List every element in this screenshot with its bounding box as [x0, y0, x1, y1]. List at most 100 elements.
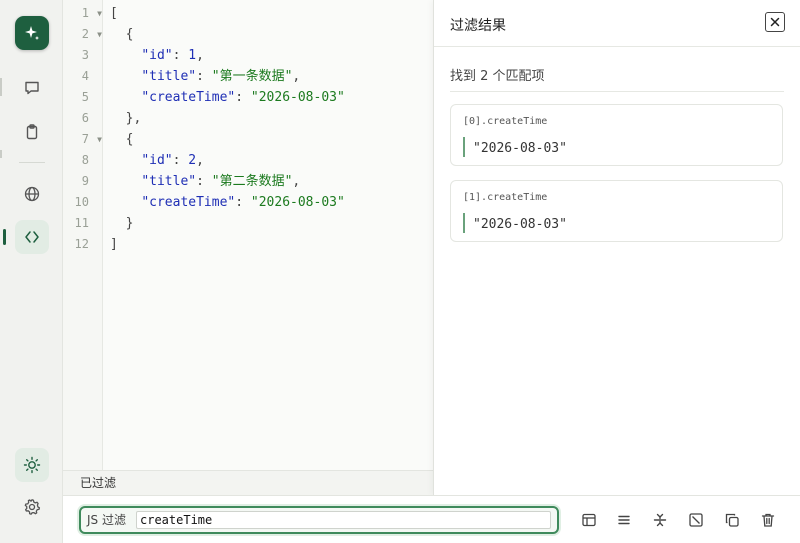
sidebar-item-globe[interactable]: [15, 177, 49, 211]
sidebar-divider: [19, 162, 45, 163]
result-card[interactable]: [0].createTime "2026-08-03": [450, 104, 783, 166]
code-token: ,: [196, 153, 204, 168]
line-number: 8: [63, 150, 103, 171]
divider: [450, 91, 784, 92]
settings-button[interactable]: [15, 490, 49, 524]
line-number: 6: [63, 108, 103, 129]
status-text: 已过滤: [80, 476, 117, 490]
js-filter-box: JS 过滤: [79, 506, 559, 534]
fold-toggle-icon[interactable]: ▼: [97, 129, 102, 150]
code-token: "2026-08-03": [250, 195, 345, 210]
delete-button[interactable]: [758, 510, 778, 530]
sparkle-icon: [23, 24, 41, 42]
filter-input[interactable]: [136, 511, 551, 529]
copy-icon: [724, 512, 740, 528]
copy-button[interactable]: [722, 510, 742, 530]
app-logo[interactable]: [15, 16, 49, 50]
json-editor[interactable]: 1 ▼ 2 ▼ 3 4 5 6 7 ▼ 8 9 10 11 12 [ { "id": 1, "title":…: [63, 0, 433, 470]
code-line: [: [110, 3, 118, 24]
code-token: [: [110, 6, 118, 21]
result-card[interactable]: [1].createTime "2026-08-03": [450, 180, 783, 242]
code-token: "第二条数据": [211, 174, 293, 189]
line-number: 3: [63, 45, 103, 66]
format-button[interactable]: [614, 510, 634, 530]
sidebar-item-chat[interactable]: [15, 71, 49, 105]
line-number: 9: [63, 171, 103, 192]
match-count: 找到 2 个匹配项: [450, 69, 545, 84]
line-number-text: 11: [74, 216, 89, 230]
result-path: [1].createTime: [463, 192, 548, 203]
sidebar-item-clipboard[interactable]: [15, 115, 49, 149]
code-line: },: [110, 108, 142, 129]
line-number: 11: [63, 213, 103, 234]
line-number: 4: [63, 66, 103, 87]
gear-icon: [23, 498, 41, 516]
layout-icon: [581, 512, 597, 528]
line-number-text: 1: [81, 6, 89, 20]
sun-icon: [23, 456, 41, 474]
line-number: 1 ▼: [63, 3, 103, 24]
code-line: "id": 2,: [110, 150, 204, 171]
edge-mark: [0, 78, 2, 96]
code-line: "createTime": "2026-08-03": [110, 87, 345, 108]
code-token: "createTime": [141, 195, 236, 210]
line-number-text: 7: [81, 132, 89, 146]
code-line: ]: [110, 234, 118, 255]
globe-icon: [23, 185, 41, 203]
fold-toggle-icon[interactable]: ▼: [97, 24, 102, 45]
code-line: "title": "第二条数据",: [110, 171, 300, 192]
code-token: :: [196, 174, 212, 189]
line-number-text: 2: [81, 27, 89, 41]
line-number: 7 ▼: [63, 129, 103, 150]
code-token: }: [110, 216, 134, 231]
code-token: "createTime": [141, 90, 236, 105]
sidebar: [0, 0, 63, 543]
line-number-text: 12: [74, 237, 89, 251]
panel-header: 过滤结果: [434, 0, 800, 47]
code-token: ,: [196, 48, 204, 63]
filter-label: JS 过滤: [87, 513, 126, 527]
code-line: "id": 1,: [110, 45, 204, 66]
code-token: {: [110, 132, 134, 147]
clipboard-icon: [23, 123, 41, 141]
fold-toggle-icon[interactable]: ▼: [97, 3, 102, 24]
code-token: ,: [292, 174, 301, 189]
line-number: 10: [63, 192, 103, 213]
code-token: 2: [188, 153, 197, 168]
code-token: "第一条数据": [211, 69, 293, 84]
code-token: },: [110, 111, 142, 126]
slash-box-icon: [688, 512, 704, 528]
active-indicator: [3, 229, 6, 245]
escape-button[interactable]: [686, 510, 706, 530]
code-token: :: [172, 153, 189, 168]
line-number: 5: [63, 87, 103, 108]
code-line: "createTime": "2026-08-03": [110, 192, 345, 213]
line-number-text: 8: [81, 153, 89, 167]
code-token: :: [196, 69, 212, 84]
strikethrough-icon: [652, 512, 668, 528]
sidebar-item-code[interactable]: [15, 220, 49, 254]
theme-toggle-button[interactable]: [15, 448, 49, 482]
code-token: :: [172, 48, 189, 63]
code-token: 1: [188, 48, 197, 63]
close-icon: [770, 17, 780, 27]
chat-bubble-icon: [23, 79, 41, 97]
panel-title: 过滤结果: [450, 18, 506, 34]
code-token: ,: [292, 69, 301, 84]
line-number-text: 9: [81, 174, 89, 188]
code-line: "title": "第一条数据",: [110, 66, 300, 87]
edge-mark: [0, 150, 2, 158]
line-number-text: 6: [81, 111, 89, 125]
code-token: ]: [110, 237, 118, 252]
line-number-text: 4: [81, 69, 89, 83]
compress-button[interactable]: [650, 510, 670, 530]
layout-button[interactable]: [579, 510, 599, 530]
code-line: {: [110, 129, 134, 150]
close-button[interactable]: [765, 12, 785, 32]
code-token: {: [110, 27, 134, 42]
code-token: :: [235, 195, 251, 210]
